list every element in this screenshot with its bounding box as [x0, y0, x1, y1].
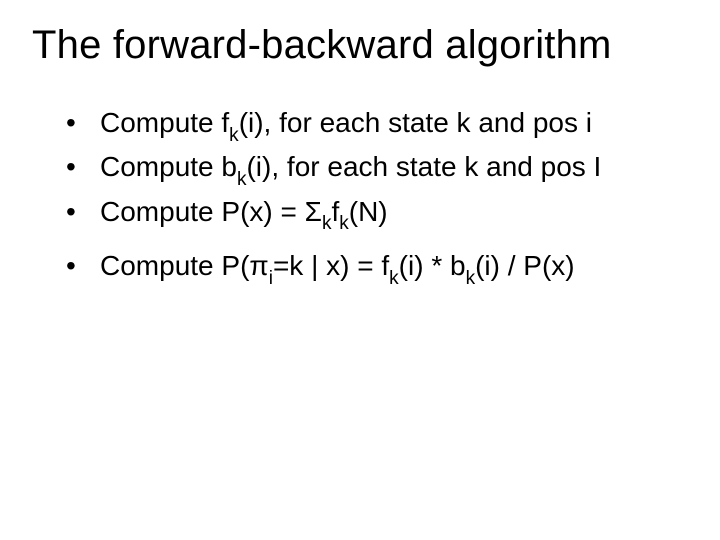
subscript: k — [389, 268, 399, 289]
bullet-text: =k | x) = f — [273, 250, 389, 281]
bullet-text: (N) — [349, 196, 388, 227]
subscript: k — [229, 125, 239, 146]
bullet-text: (i), for each state k and pos i — [239, 107, 592, 138]
slide-title: The forward-backward algorithm — [32, 22, 688, 68]
bullet-list: Compute fk(i), for each state k and pos … — [32, 104, 688, 289]
subscript: k — [339, 213, 349, 234]
subscript: k — [466, 268, 476, 289]
slide: The forward-backward algorithm Compute f… — [0, 0, 720, 540]
bullet-item-1: Compute fk(i), for each state k and pos … — [66, 104, 688, 146]
bullet-text: (i) * b — [399, 250, 466, 281]
bullet-text: Compute b — [100, 151, 237, 182]
spacer — [66, 237, 688, 247]
bullet-item-2: Compute bk(i), for each state k and pos … — [66, 148, 688, 190]
bullet-text: (i), for each state k and pos I — [246, 151, 601, 182]
bullet-text: (i) / P(x) — [475, 250, 575, 281]
bullet-item-4: Compute P(πi=k | x) = fk(i) * bk(i) / P(… — [66, 247, 688, 289]
bullet-text: Compute f — [100, 107, 229, 138]
subscript: k — [322, 213, 332, 234]
subscript: i — [269, 268, 273, 289]
bullet-item-3: Compute P(x) = Σkfk(N) — [66, 193, 688, 235]
bullet-text: Compute P(x) = Σ — [100, 196, 322, 227]
subscript: k — [237, 169, 247, 190]
bullet-text: Compute P(π — [100, 250, 269, 281]
